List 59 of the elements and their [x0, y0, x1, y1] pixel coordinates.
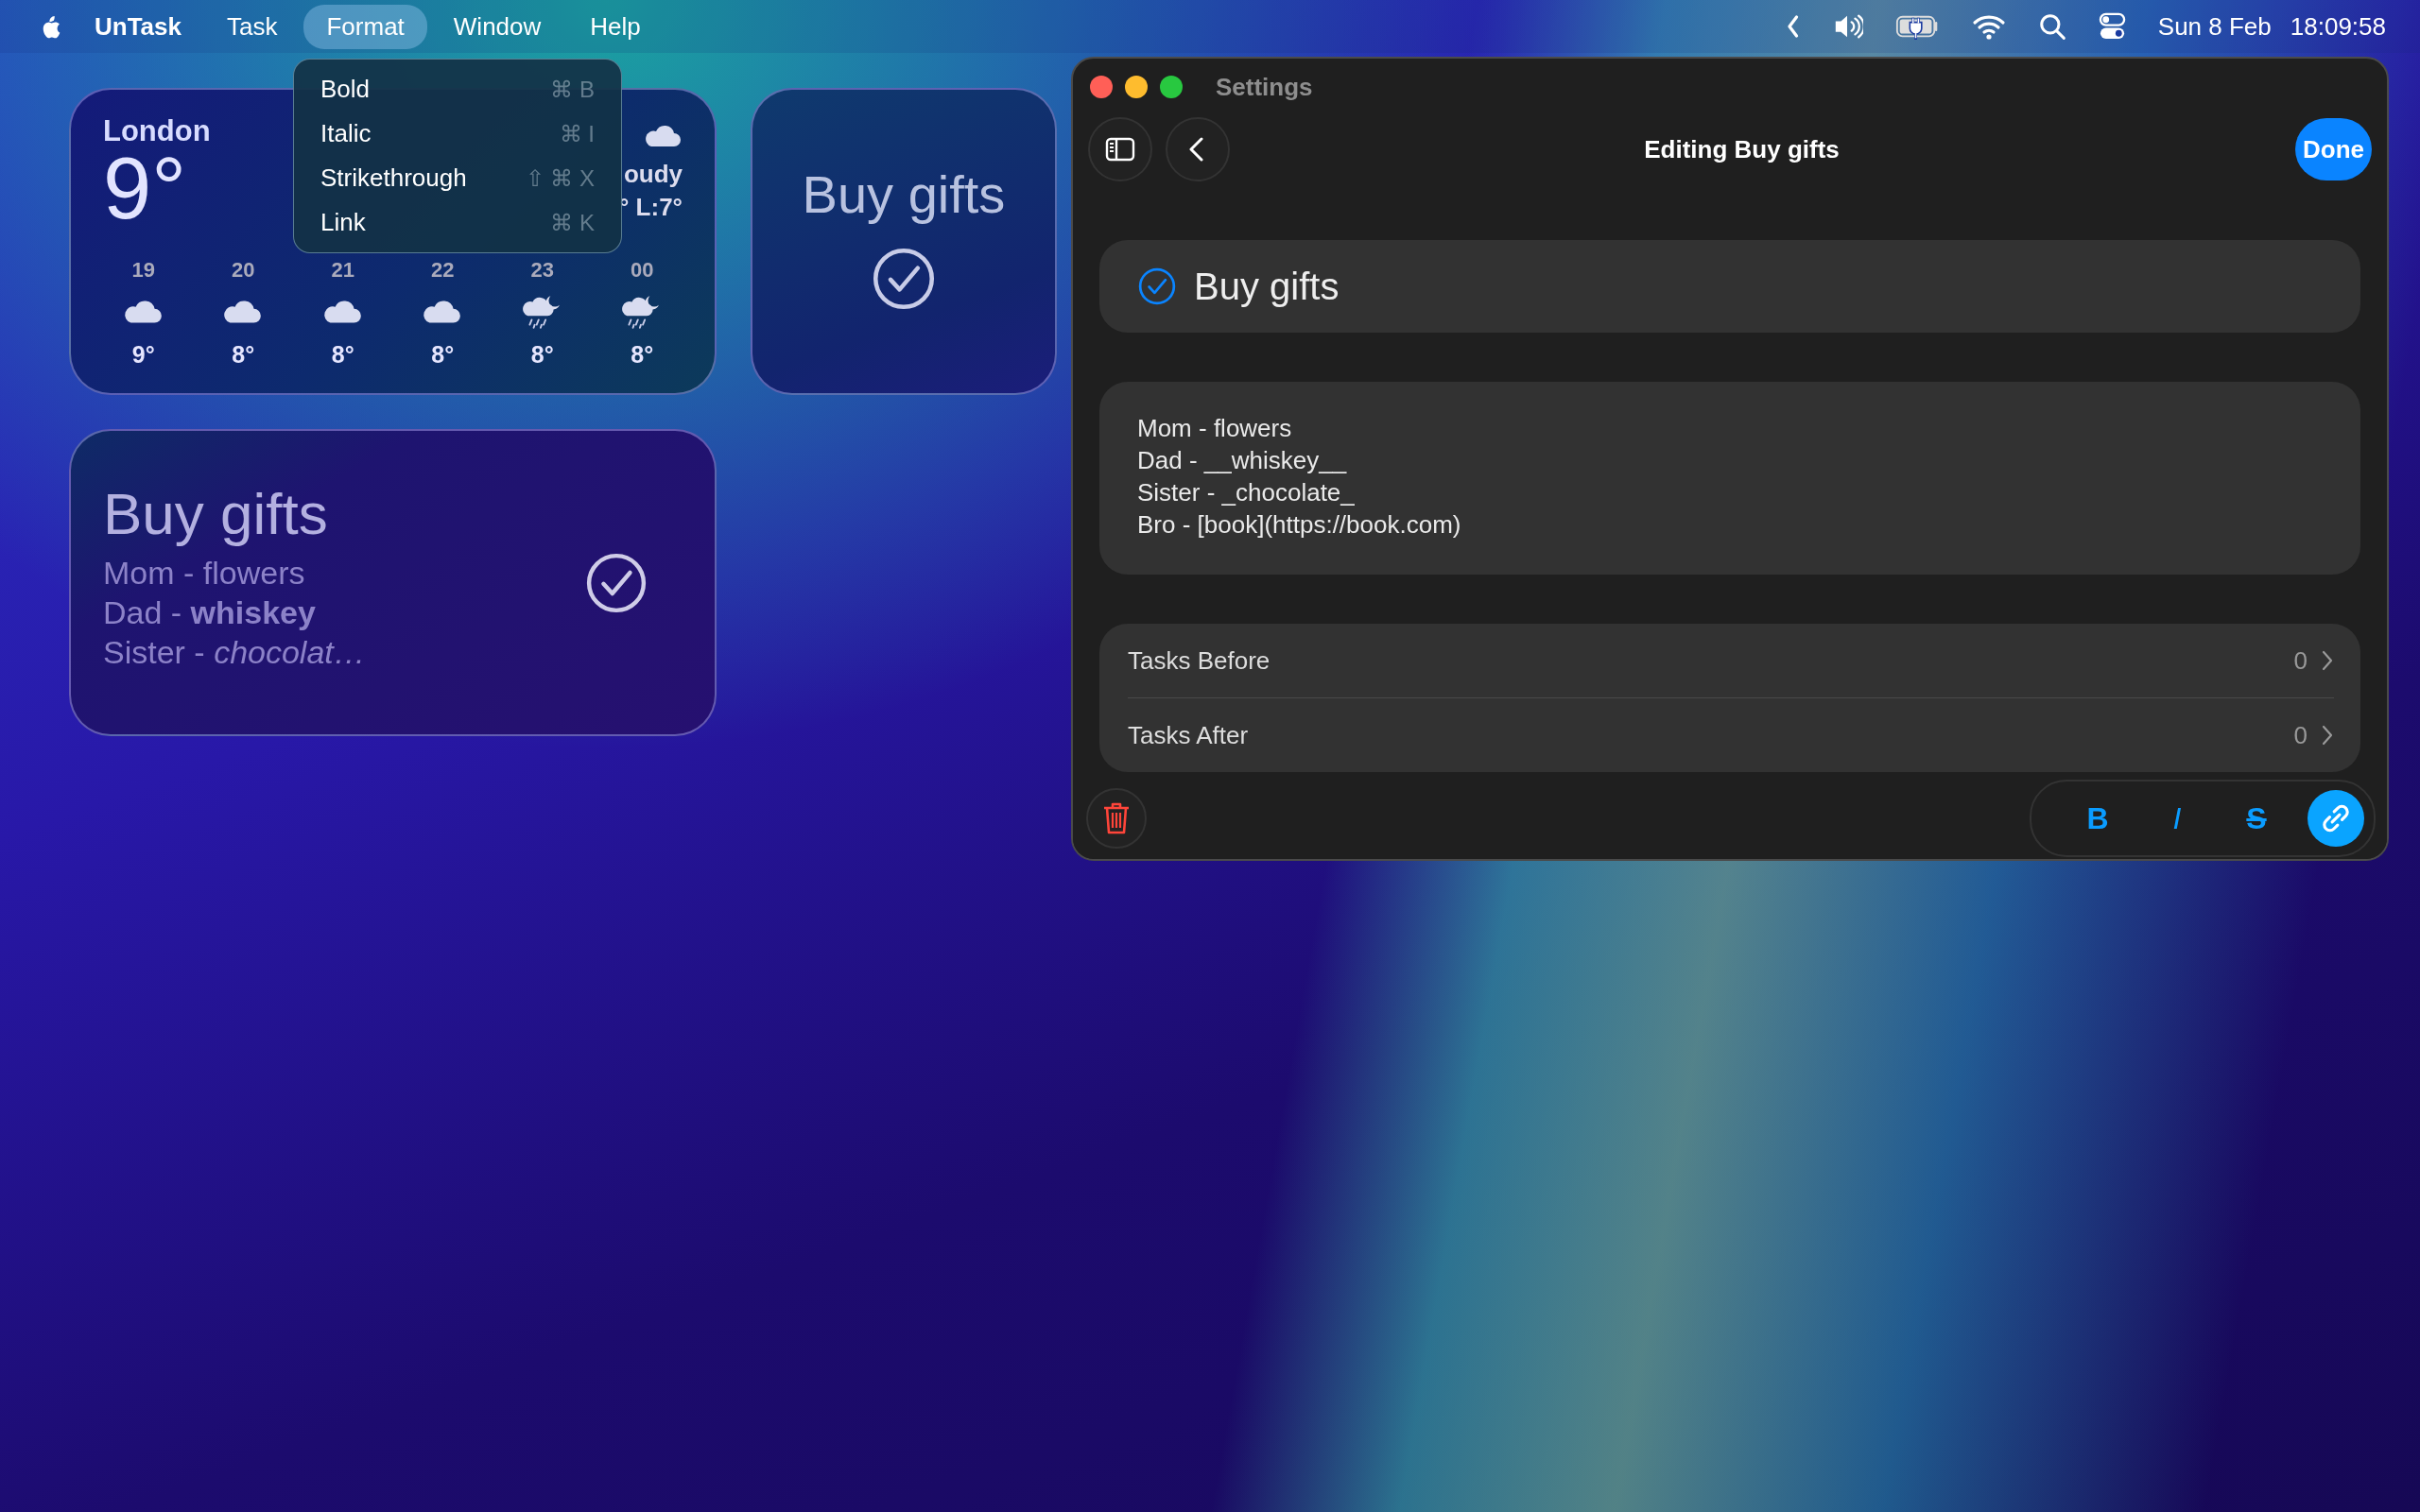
italic-button[interactable]: I: [2149, 790, 2205, 847]
temperature-range: ° L:7°: [618, 193, 683, 222]
menu-item[interactable]: Help: [567, 4, 664, 49]
forecast-hour: 19: [131, 258, 155, 283]
task-title: Buy gifts: [103, 480, 329, 547]
keyboard-shortcut: ⌘ B: [550, 76, 595, 103]
volume-icon[interactable]: [1833, 12, 1863, 41]
task-note-line: Sister - chocolat…: [103, 633, 367, 672]
forecast-hour: 22: [431, 258, 455, 283]
keyboard-shortcut: ⇧ ⌘ X: [525, 164, 595, 192]
chevron-right-icon: [2321, 649, 2334, 672]
keyboard-shortcut: ⌘ K: [550, 209, 595, 236]
toggles-icon[interactable]: [2098, 12, 2126, 41]
minimize-button[interactable]: [1125, 76, 1148, 98]
forecast-temperature: 8°: [631, 341, 654, 369]
menu-item[interactable]: Window: [430, 4, 564, 49]
menu-item[interactable]: Task: [204, 4, 301, 49]
forecast-hour: 20: [232, 258, 255, 283]
task-title-input[interactable]: Buy gifts: [1099, 240, 2360, 333]
window-title: Settings: [1216, 72, 1313, 102]
done-button[interactable]: Done: [2295, 118, 2372, 180]
keyboard-shortcut: ⌘ I: [559, 120, 595, 147]
link-row[interactable]: Tasks Before 0: [1128, 624, 2334, 698]
menu-bar-date[interactable]: Sun 8 Feb: [2157, 11, 2272, 42]
link-row[interactable]: Tasks After 0: [1128, 698, 2334, 772]
zoom-button[interactable]: [1160, 76, 1183, 98]
bold-button[interactable]: B: [2069, 790, 2126, 847]
task-title: Buy gifts: [802, 163, 1006, 225]
strike-button[interactable]: S: [2228, 790, 2285, 847]
task-note-line: Dad - whiskey: [103, 593, 317, 632]
close-button[interactable]: [1090, 76, 1113, 98]
menu-entry[interactable]: Italic ⌘ I: [303, 112, 612, 156]
app-name[interactable]: UnTask: [89, 11, 200, 42]
cloud-icon: [645, 124, 683, 148]
row-count: 0: [2293, 645, 2308, 676]
forecast-temperature: 8°: [331, 341, 354, 369]
row-label: Tasks Before: [1128, 645, 1271, 676]
menu-entry[interactable]: Strikethrough ⇧ ⌘ X: [303, 156, 612, 200]
task-note-line: Mom - flowers: [103, 554, 306, 593]
trash-icon: [1101, 801, 1132, 835]
search-icon[interactable]: [2037, 12, 2066, 41]
forecast-hour: 23: [530, 258, 554, 283]
row-label: Tasks After: [1128, 720, 1250, 750]
link-button[interactable]: [2308, 790, 2364, 847]
forecast-temperature: 8°: [431, 341, 455, 369]
forecast-temperature: 8°: [232, 341, 255, 369]
window-heading: Editing Buy gifts: [1643, 134, 1841, 164]
row-count: 0: [2293, 720, 2308, 750]
menu-bar-time[interactable]: 18:09:58: [2290, 11, 2386, 42]
forecast-temperature: 8°: [530, 341, 554, 369]
weather-condition: oudy: [623, 160, 683, 189]
notes-field[interactable]: Mom - flowers Dad - __whiskey__ Sister - _chocolate_ Bro - [book](https://book.com): [1099, 382, 2360, 575]
forecast-temperature: 9°: [131, 341, 155, 369]
forecast-hour: 00: [631, 258, 654, 283]
link-icon: [2320, 802, 2352, 834]
forecast-hour: 21: [331, 258, 354, 283]
menu-entry[interactable]: Bold ⌘ B: [303, 67, 612, 112]
menu-entry[interactable]: Link ⌘ K: [303, 200, 612, 245]
chevron-right-icon: [2321, 724, 2334, 747]
